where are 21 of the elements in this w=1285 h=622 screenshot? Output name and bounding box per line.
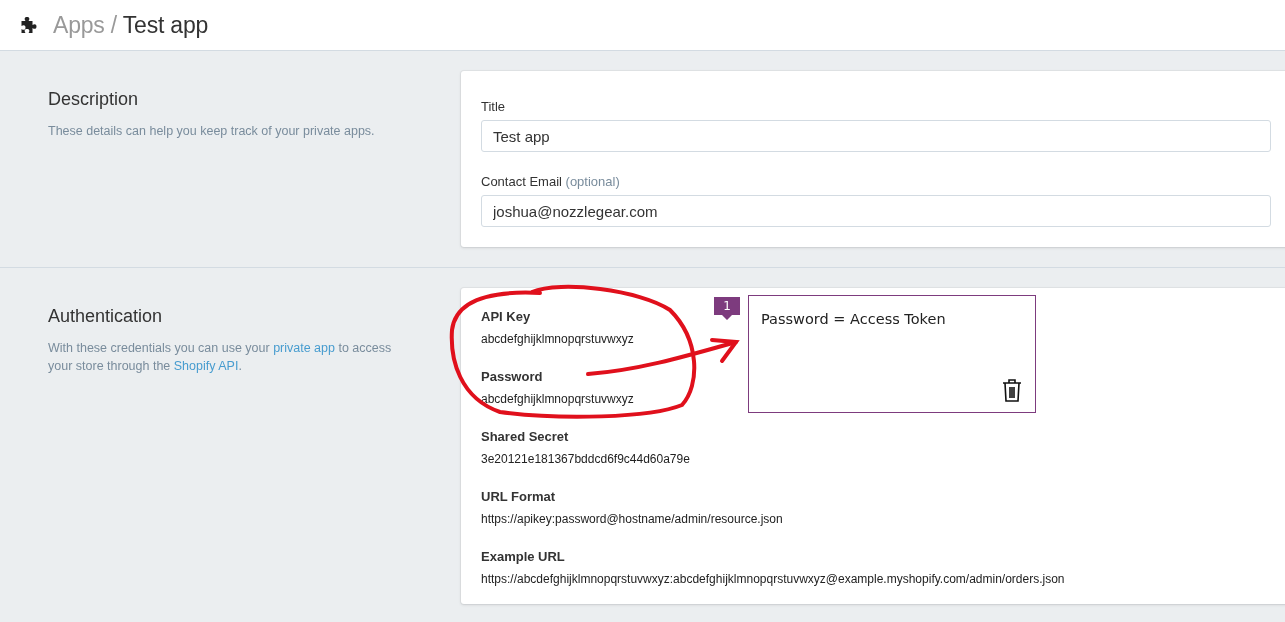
credential-value: https://abcdefghijklmnopqrstuvwxyz:abcdefghijklmnopqrstuvwxyz@example.myshopify.com/admin/orders.json <box>481 572 1065 586</box>
text-input-field[interactable]: Test app <box>481 120 1271 152</box>
section-description: With these credentials you can use your private app to access your store through the Shopify API. <box>48 340 393 375</box>
section-description: These details can help you keep track of your private apps. <box>48 123 376 140</box>
section-heading: Description <box>48 89 140 110</box>
trash-icon[interactable] <box>1002 378 1022 402</box>
field-label: Title <box>481 99 507 114</box>
credential-label: URL Format <box>481 489 556 504</box>
credential-value: abcdefghijklmnopqrstuvwxyz <box>481 392 634 406</box>
credential-value: 3e20121e181367bddcd6f9c44d60a79e <box>481 452 690 466</box>
text-input-field[interactable]: joshua@nozzlegear.com <box>481 195 1271 227</box>
field-label: Contact Email (optional) <box>481 174 621 189</box>
credential-value: https://apikey:password@hostname/admin/resource.json <box>481 512 783 526</box>
section-heading: Authentication <box>48 306 164 327</box>
credential-label: Password <box>481 369 543 384</box>
page-title: Apps / Test app <box>53 11 209 39</box>
credential-label: Example URL <box>481 549 565 564</box>
credential-label: Shared Secret <box>481 429 569 444</box>
comment-text: Password = Access Token <box>761 311 946 327</box>
credential-value: abcdefghijklmnopqrstuvwxyz <box>481 332 634 346</box>
credential-label: API Key <box>481 309 531 324</box>
